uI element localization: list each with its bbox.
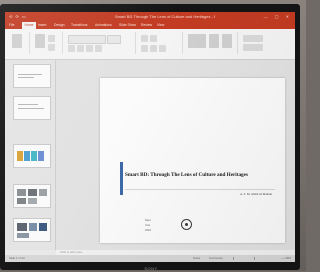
footer-item: Univ. xyxy=(145,224,151,227)
paste-icon[interactable] xyxy=(12,34,22,48)
slide-thumbnail[interactable] xyxy=(13,144,51,168)
tab-home[interactable]: Home xyxy=(22,22,36,29)
monitor-frame: ⟲ ⟳ ▭ Smart BD Through The Lens of Cultu… xyxy=(0,4,300,271)
font-color-icon[interactable] xyxy=(95,45,102,52)
align-left-icon[interactable] xyxy=(141,45,148,52)
slides-group xyxy=(32,32,63,54)
current-slide[interactable]: Smart BD: Through The Lens of Culture an… xyxy=(100,78,285,243)
bold-icon[interactable] xyxy=(68,45,75,52)
clipboard-group xyxy=(9,32,30,54)
monitor-brand-logo: SONY xyxy=(144,266,158,271)
slide-counter: Slide 1 of 24 xyxy=(9,256,25,260)
tab-view[interactable]: View xyxy=(157,22,169,29)
title-accent-bar xyxy=(120,162,123,195)
align-right-icon[interactable] xyxy=(159,45,166,52)
slide-author[interactable]: A. S. M. Abdul Al Mamun xyxy=(200,192,272,197)
zoom-control[interactable]: – + 58% xyxy=(259,255,291,262)
view-buttons[interactable] xyxy=(233,257,255,260)
quick-access-toolbar[interactable]: ⟲ ⟳ ▭ xyxy=(9,12,27,22)
slide-thumbnail[interactable] xyxy=(13,64,51,88)
italic-icon[interactable] xyxy=(77,45,84,52)
slide-thumbnail[interactable] xyxy=(13,184,51,208)
tab-file[interactable]: File xyxy=(9,22,21,29)
layout-icon[interactable] xyxy=(48,35,55,42)
editing-group xyxy=(240,32,280,54)
tab-slide-show[interactable]: Slide Show xyxy=(119,22,139,29)
footer-item: 2023 xyxy=(145,229,151,232)
slide-thumbnails-pane xyxy=(5,60,56,250)
slide-thumbnail[interactable] xyxy=(13,218,51,242)
status-bar: Slide 1 of 24 Notes Comments – + 58% xyxy=(5,255,295,262)
font-group xyxy=(65,32,136,54)
window-controls[interactable]: — ▢ ✕ xyxy=(262,12,292,22)
replace-icon[interactable] xyxy=(243,44,263,51)
slide-editing-area: Smart BD: Through The Lens of Culture an… xyxy=(56,60,295,250)
window-title: Smart BD Through The Lens of Culture and… xyxy=(115,14,215,19)
slide-thumbnail[interactable] xyxy=(13,96,51,120)
screen: ⟲ ⟳ ▭ Smart BD Through The Lens of Cultu… xyxy=(5,12,295,262)
arrange-icon[interactable] xyxy=(209,34,219,48)
institution-logo-icon xyxy=(181,219,192,230)
ribbon-tabs: File Home Insert Design Transitions Anim… xyxy=(5,22,295,29)
slide-title[interactable]: Smart BD: Through The Lens of Culture an… xyxy=(125,171,275,180)
font-name-select[interactable] xyxy=(68,35,106,44)
tab-design[interactable]: Design xyxy=(54,22,69,29)
title-divider xyxy=(125,189,275,190)
align-center-icon[interactable] xyxy=(150,45,157,52)
comments-button[interactable]: Comments xyxy=(209,255,223,262)
font-size-select[interactable] xyxy=(107,35,121,44)
ribbon xyxy=(5,29,295,60)
find-icon[interactable] xyxy=(243,35,263,42)
reset-icon[interactable] xyxy=(48,44,55,51)
shapes-gallery-icon[interactable] xyxy=(188,34,206,48)
bullets-icon[interactable] xyxy=(141,35,148,42)
new-slide-icon[interactable] xyxy=(35,34,45,48)
tab-review[interactable]: Review xyxy=(141,22,155,29)
tab-insert[interactable]: Insert xyxy=(38,22,52,29)
footer-item: Dept. xyxy=(145,219,152,222)
notes-button[interactable]: Notes xyxy=(193,255,200,262)
numbering-icon[interactable] xyxy=(150,35,157,42)
tab-transitions[interactable]: Transitions xyxy=(71,22,93,29)
tab-animations[interactable]: Animations xyxy=(95,22,117,29)
quick-styles-icon[interactable] xyxy=(222,34,232,48)
drawing-group xyxy=(185,32,238,54)
paragraph-group xyxy=(138,32,183,54)
title-bar: ⟲ ⟳ ▭ Smart BD Through The Lens of Cultu… xyxy=(5,12,295,22)
underline-icon[interactable] xyxy=(86,45,93,52)
